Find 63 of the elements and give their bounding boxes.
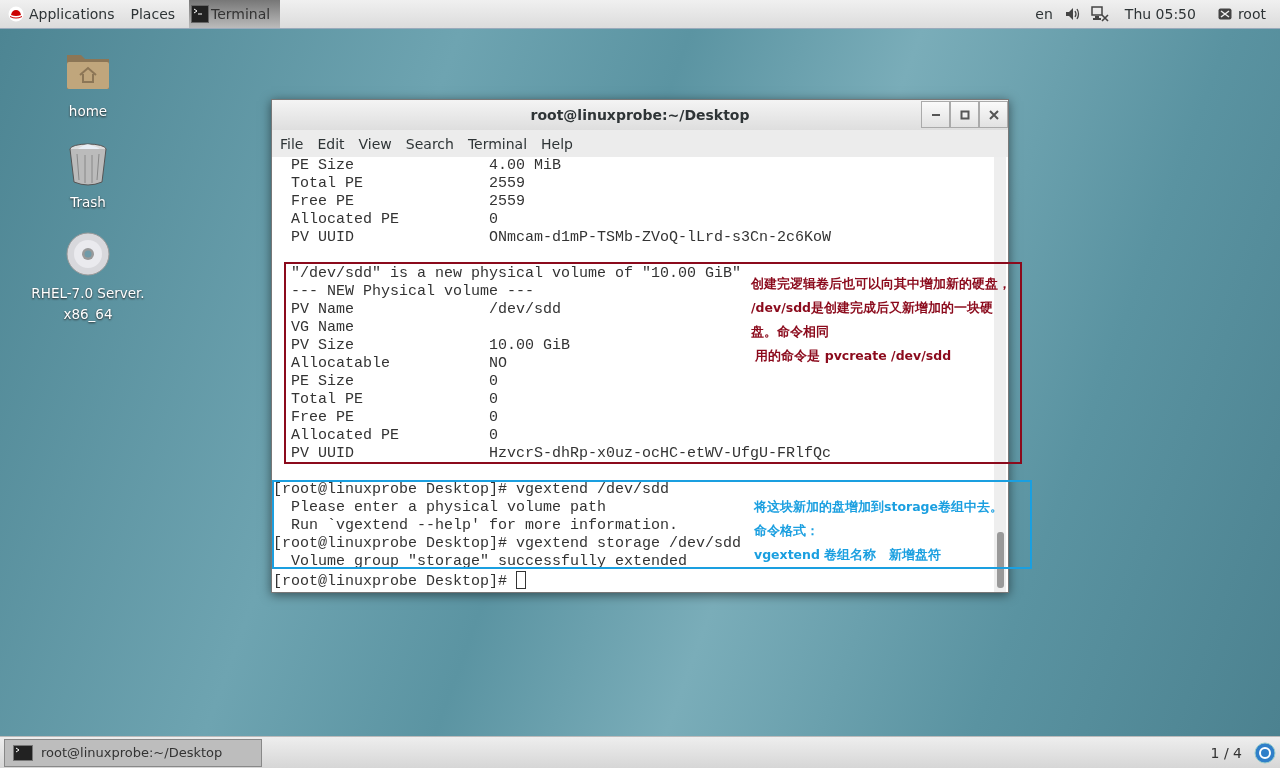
terminal-line: --- NEW Physical volume --- bbox=[290, 283, 535, 300]
terminal-line: Run `vgextend --help' for more information. bbox=[290, 517, 679, 534]
terminal-line: PV Size 10.00 GiB bbox=[290, 337, 571, 354]
close-button[interactable] bbox=[979, 101, 1008, 128]
language-indicator[interactable]: en bbox=[1033, 6, 1055, 22]
terminal-line: PV Name /dev/sdd bbox=[290, 301, 562, 318]
terminal-line: Free PE 2559 bbox=[290, 193, 526, 210]
user-icon bbox=[1217, 8, 1232, 20]
terminal-line: Total PE 0 bbox=[290, 391, 499, 408]
annotation-text: vgextend 卷组名称 新增盘符 bbox=[754, 546, 943, 564]
menu-item[interactable]: View bbox=[352, 135, 398, 152]
terminal-line: PV UUID HzvcrS-dhRp-x0uz-ocHC-etWV-UfgU-FRlfQc bbox=[290, 445, 832, 462]
network-icon bbox=[1090, 6, 1109, 22]
terminal-line: PE Size 4.00 MiB bbox=[290, 157, 562, 174]
terminal-line: [root@linuxprobe Desktop]# vgextend /dev/sdd bbox=[273, 481, 670, 498]
cursor-icon bbox=[516, 571, 527, 589]
close-icon bbox=[988, 109, 999, 120]
annotation-text: 用的命令是 pvcreate /dev/sdd bbox=[754, 347, 953, 365]
terminal-line: PE Size 0 bbox=[290, 373, 499, 390]
terminal-line: Volume group "storage" successfully extended bbox=[290, 553, 688, 570]
clock[interactable]: Thu 05:50 bbox=[1122, 6, 1198, 22]
window-title: root@linuxprobe:~/Desktop bbox=[530, 107, 750, 123]
volume-icon bbox=[1064, 7, 1081, 21]
annotation-text: 将这块新加的盘增加到storage卷组中去。 bbox=[754, 498, 1004, 516]
scrollbar-thumb[interactable] bbox=[997, 532, 1004, 588]
disc-icon bbox=[65, 231, 111, 277]
icon-label[interactable]: home bbox=[68, 101, 108, 122]
terminal-line: [root@linuxprobe Desktop]# vgextend storage /dev/sdd bbox=[273, 535, 742, 552]
menu-item[interactable]: Edit bbox=[311, 135, 351, 152]
terminal-line: Allocated PE 0 bbox=[290, 427, 499, 444]
terminal-line: [root@linuxprobe Desktop]# bbox=[273, 573, 509, 590]
user-menu[interactable]: root bbox=[1217, 6, 1266, 22]
menu-item[interactable]: Search bbox=[399, 135, 460, 152]
minimize-icon bbox=[931, 113, 940, 116]
maximize-button[interactable] bbox=[950, 101, 979, 128]
terminal-line: "/dev/sdd" is a new physical volume of "10.00 GiB" bbox=[290, 265, 742, 282]
terminal-line: Allocated PE 0 bbox=[290, 211, 499, 228]
taskbar-window-button[interactable]: root@linuxprobe:~/Desktop bbox=[4, 738, 262, 767]
annotation-text: /dev/sdd是创建完成后又新增加的一块硬 bbox=[751, 299, 995, 317]
terminal-line: Total PE 2559 bbox=[290, 175, 526, 192]
maximize-icon bbox=[959, 109, 970, 120]
terminal-line: Free PE 0 bbox=[290, 409, 499, 426]
annotation-text: 创建完逻辑卷后也可以向其中增加新的硬盘， bbox=[751, 275, 1011, 293]
menu-item[interactable]: Terminal bbox=[461, 135, 534, 152]
icon-label[interactable]: Trash bbox=[70, 192, 106, 213]
app-menu[interactable]: Terminal bbox=[189, 0, 281, 28]
menu-item[interactable]: File bbox=[274, 135, 310, 152]
icon-label[interactable]: RHEL-7.0 Server. x86_64 bbox=[18, 283, 158, 325]
annotation-text: 命令格式： bbox=[754, 522, 820, 540]
minimize-button[interactable] bbox=[921, 101, 950, 128]
menu-item[interactable]: Help bbox=[535, 135, 579, 152]
menu-item[interactable]: Places bbox=[122, 0, 184, 28]
terminal-icon bbox=[13, 744, 33, 761]
hat-icon bbox=[8, 6, 24, 22]
terminal-icon bbox=[191, 5, 210, 23]
terminal-line: VG Name bbox=[290, 319, 354, 336]
terminal-line: PV UUID ONmcam-d1mP-TSMb-ZVoQ-lLrd-s3Cn-2c6KoW bbox=[290, 229, 832, 246]
workspace-indicator[interactable]: 1 / 4 bbox=[1210, 744, 1242, 761]
terminal-line: Allocatable NO bbox=[290, 355, 508, 372]
annotation-text: 盘。命令相同 bbox=[751, 323, 830, 341]
menu-item[interactable]: Applications bbox=[0, 0, 123, 28]
notification-icon bbox=[1254, 741, 1276, 764]
terminal-line: Please enter a physical volume path bbox=[290, 499, 607, 516]
